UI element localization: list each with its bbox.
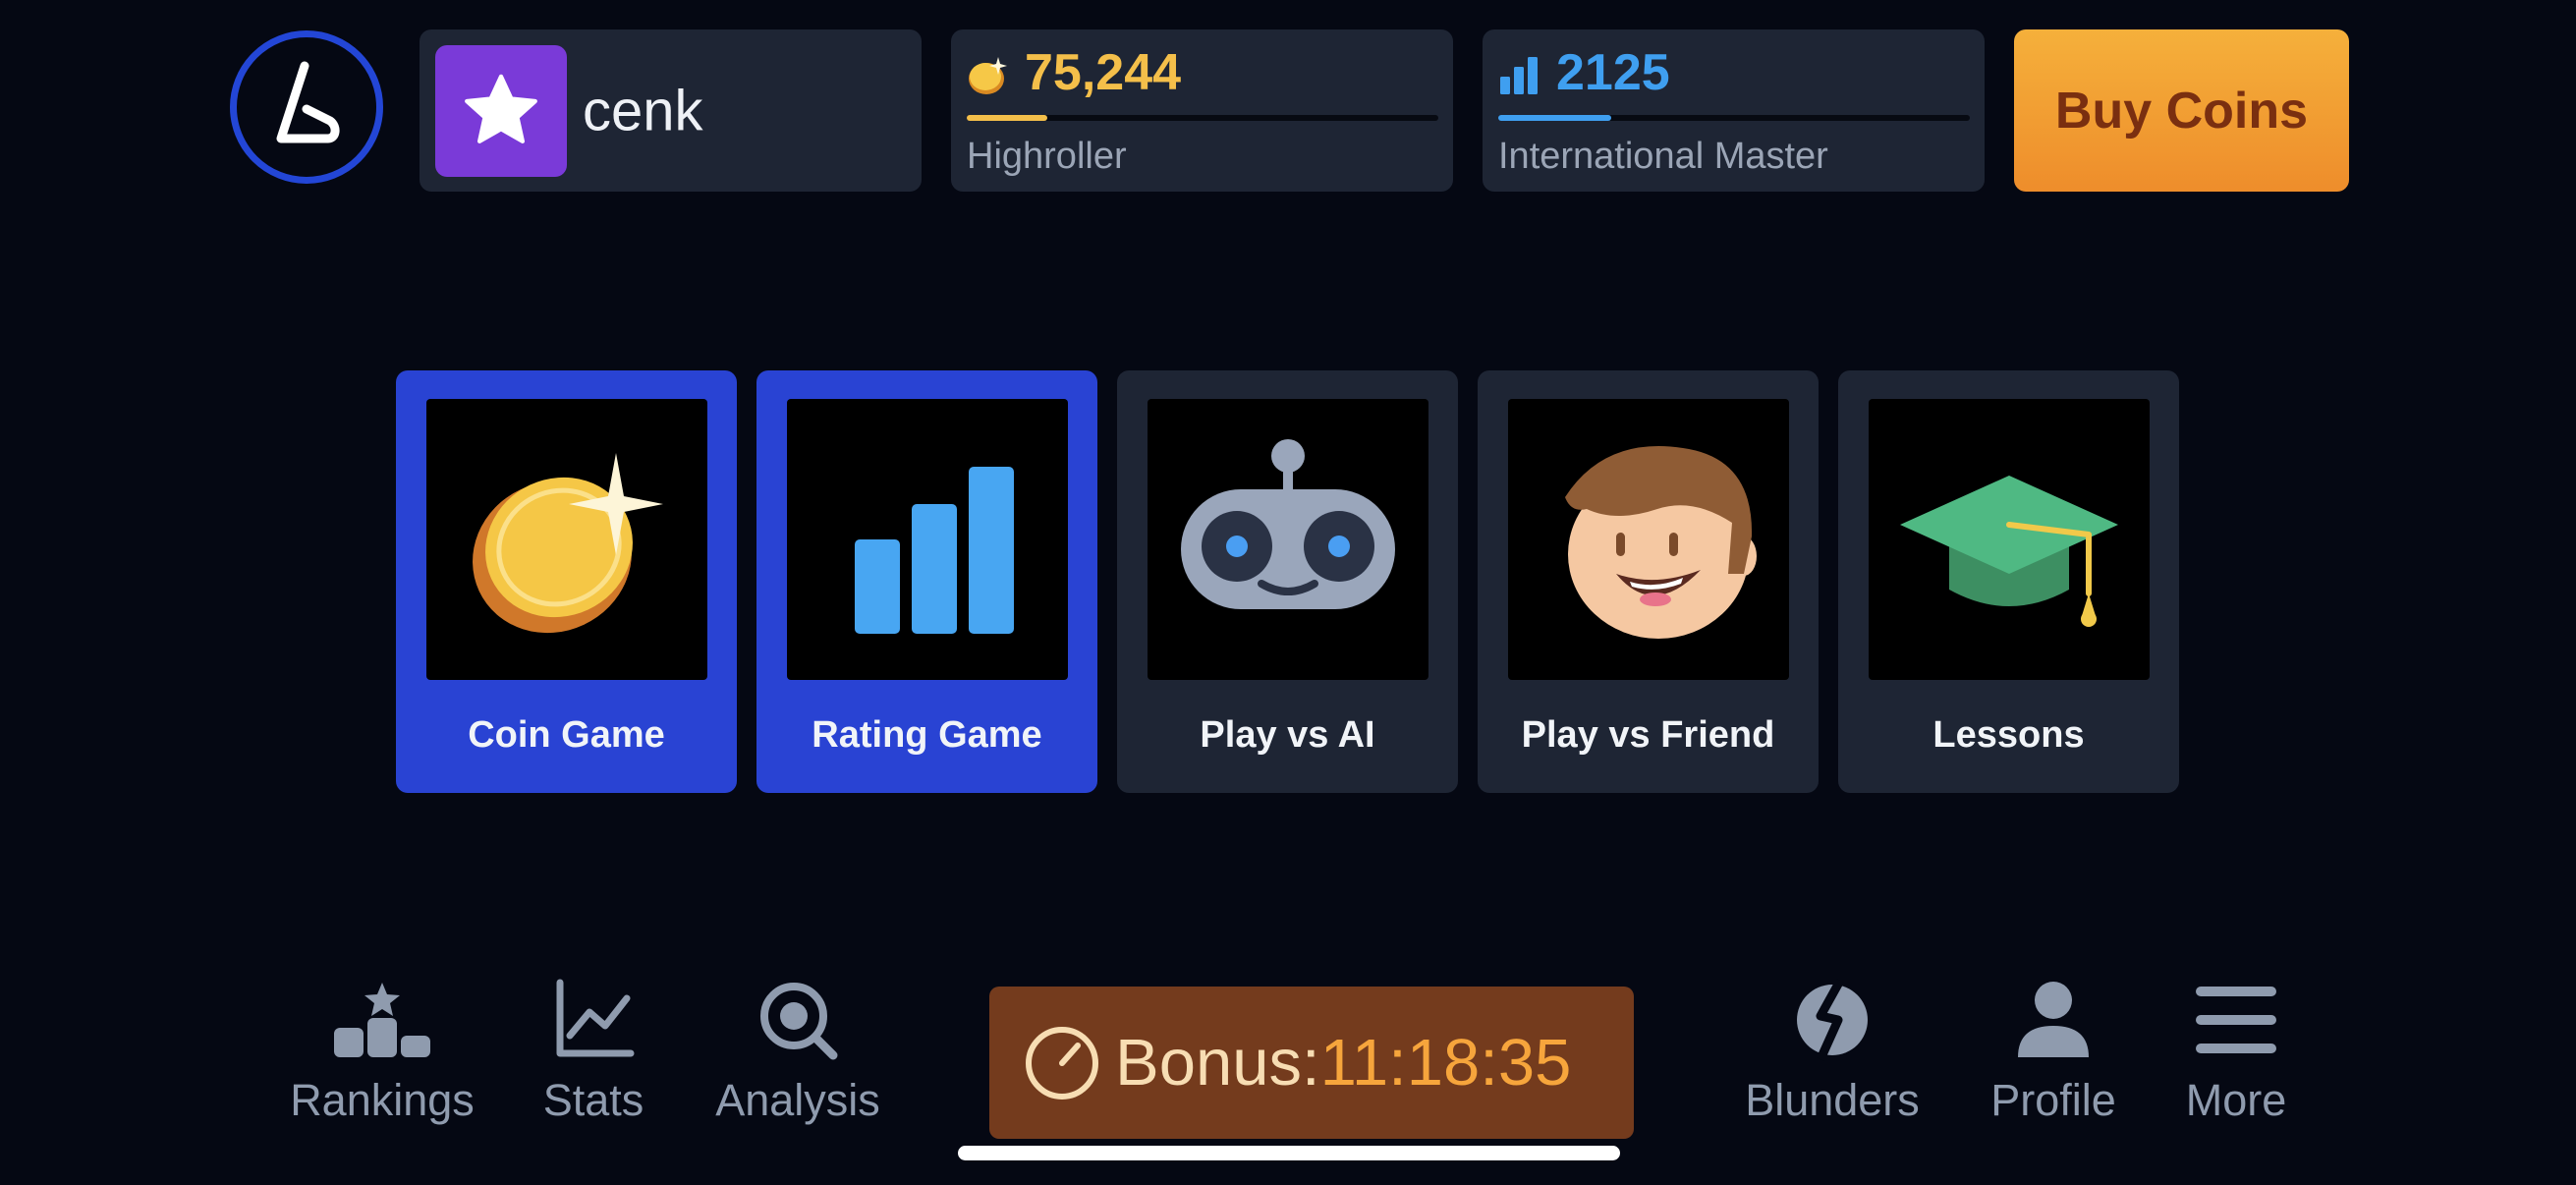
card-image [1869,399,2150,680]
card-label: Rating Game [812,714,1042,756]
bonus-label: Bonus: [1115,1026,1320,1100]
card-image [787,399,1068,680]
rating-progress-fill [1498,115,1612,121]
lessons-card[interactable]: Lessons [1838,370,2179,793]
coins-value: 75,244 [1025,44,1182,101]
bonus-countdown: 11:18:35 [1319,1026,1572,1100]
card-image [1508,399,1789,680]
robot-icon [1181,439,1395,609]
bar-chart-icon [855,467,1014,634]
timer-icon [1026,1026,1098,1100]
user-icon [2018,982,2089,1057]
bar-chart-icon [1500,57,1538,94]
nav-label: Profile [1990,1075,2116,1125]
rating-game-card[interactable]: Rating Game [756,370,1097,793]
card-image [1148,399,1428,680]
nav-rankings[interactable]: Rankings [271,979,493,1126]
rating-progress-bar [1498,115,1970,121]
nav-label: More [2185,1075,2287,1125]
app-logo-icon [276,61,340,143]
card-label: Lessons [1932,714,2085,756]
rating-panel[interactable]: 2125 International Master [1483,29,1985,192]
coins-progress-fill [967,115,1047,121]
nav-label: Analysis [715,1075,880,1125]
nav-label: Rankings [290,1075,475,1125]
buy-coins-button[interactable]: Buy Coins [2014,29,2349,192]
coin-icon [969,57,1007,94]
search-icon [760,983,838,1060]
bonus-text: Bonus:11:18:35 [1115,1025,1571,1100]
nav-blunders[interactable]: Blunders [1729,979,1935,1126]
bonus-timer-button[interactable]: Bonus:11:18:35 [989,987,1634,1139]
coins-panel[interactable]: 75,244 Highroller [951,29,1453,192]
podium-icon [334,983,430,1057]
card-label: Coin Game [468,714,665,756]
nav-analysis[interactable]: Analysis [695,979,901,1126]
coin-game-card[interactable]: Coin Game [396,370,737,793]
coin-sparkle-icon [473,453,663,634]
card-label: Play vs AI [1200,714,1375,756]
nav-stats[interactable]: Stats [520,979,667,1126]
rating-title-label: International Master [1498,136,1828,177]
nav-label: Blunders [1745,1075,1920,1125]
user-panel[interactable]: cenk [420,29,922,192]
card-image [426,399,707,680]
graduation-cap-icon [1900,476,2118,627]
avatar [435,45,567,177]
username: cenk [583,79,703,142]
home-indicator[interactable] [958,1146,1620,1160]
friend-face-icon [1565,446,1757,639]
nav-profile[interactable]: Profile [1975,979,2132,1126]
nav-label: Stats [542,1075,644,1125]
coins-tier-label: Highroller [967,136,1127,177]
coins-progress-bar [967,115,1438,121]
star-icon [465,74,537,143]
card-label: Play vs Friend [1521,714,1775,756]
app-logo[interactable] [230,30,383,184]
broken-piece-icon [1797,979,1868,1061]
nav-more[interactable]: More [2167,979,2305,1126]
rating-value: 2125 [1556,44,1670,101]
menu-icon [2196,987,2276,1053]
play-vs-friend-card[interactable]: Play vs Friend [1478,370,1819,793]
line-chart-icon [556,979,635,1057]
play-vs-ai-card[interactable]: Play vs AI [1117,370,1458,793]
